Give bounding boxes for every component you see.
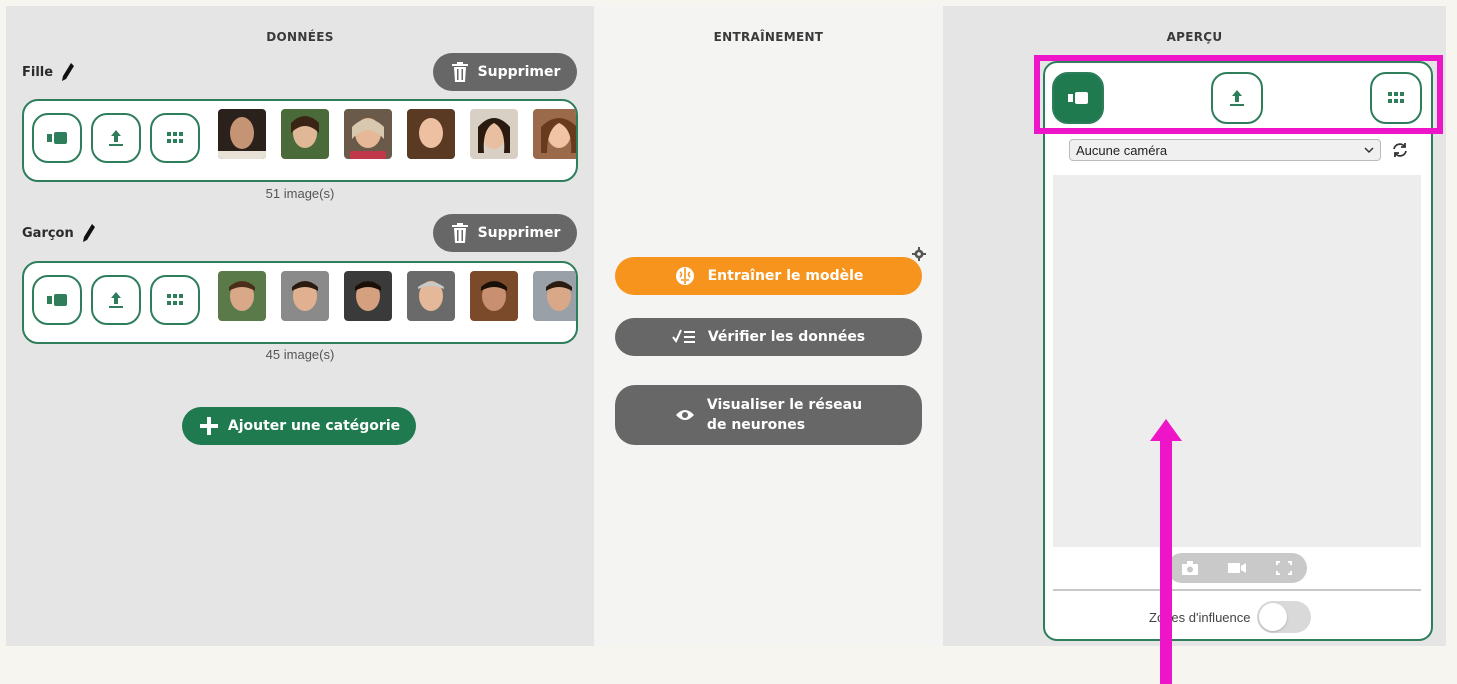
grid-icon — [167, 132, 183, 143]
webcam-button[interactable] — [32, 275, 82, 325]
trash-icon — [451, 223, 468, 243]
brain-icon — [675, 267, 694, 285]
upload-button[interactable] — [91, 113, 141, 163]
sample-image[interactable] — [470, 109, 518, 159]
eye-icon — [675, 410, 694, 420]
category-title-garcon[interactable]: Garçon — [22, 223, 96, 243]
visualize-network-button[interactable]: Visualiser le réseau de neurones — [615, 385, 922, 445]
sample-image[interactable] — [533, 271, 576, 321]
fullscreen-icon[interactable] — [1274, 559, 1294, 577]
sample-image[interactable] — [344, 271, 392, 321]
delete-label: Supprimer — [477, 64, 561, 80]
import-grid-button[interactable] — [150, 113, 200, 163]
preview-card: Aucune caméra Zones d'influence — [1043, 61, 1433, 641]
sample-image[interactable] — [344, 109, 392, 159]
zones-toggle[interactable] — [1256, 601, 1311, 633]
verify-data-button[interactable]: Vérifier les données — [615, 318, 922, 356]
sample-image[interactable] — [407, 271, 455, 321]
category-samples-box — [22, 99, 578, 182]
grid-icon — [167, 294, 183, 305]
pencil-icon[interactable] — [82, 223, 96, 243]
annotation-arrow-icon — [1150, 419, 1182, 684]
webcam-button[interactable] — [32, 113, 82, 163]
visualize-line-2: de neurones — [706, 417, 806, 433]
image-count: 51 image(s) — [265, 186, 335, 201]
category-name: Garçon — [22, 225, 74, 241]
verify-data-label: Vérifier les données — [707, 329, 866, 345]
trash-icon — [451, 62, 468, 82]
upload-icon — [109, 292, 123, 308]
sample-image[interactable] — [470, 271, 518, 321]
camera-select-value: Aucune caméra — [1076, 142, 1168, 158]
highlight-box — [1034, 55, 1443, 134]
checklist-icon — [672, 329, 695, 343]
upload-button[interactable] — [91, 275, 141, 325]
training-panel: ENTRAÎNEMENT Entraîner le modèle Vérifie… — [594, 6, 943, 646]
delete-category-button[interactable]: Supprimer — [433, 53, 577, 91]
sample-image[interactable] — [218, 271, 266, 321]
video-icon[interactable] — [1227, 559, 1247, 577]
category-samples-box — [22, 261, 578, 344]
refresh-icon[interactable] — [1391, 141, 1409, 159]
import-grid-button[interactable] — [150, 275, 200, 325]
sample-image[interactable] — [407, 109, 455, 159]
train-model-label: Entraîner le modèle — [707, 268, 864, 284]
sample-image[interactable] — [533, 109, 576, 159]
chevron-down-icon — [1364, 147, 1374, 154]
video-preview-area — [1053, 175, 1421, 547]
add-category-label: Ajouter une catégorie — [227, 418, 401, 434]
data-panel: DONNÉES Fille Supprimer 51 image(s) Garç… — [6, 6, 594, 646]
category-name: Fille — [22, 64, 54, 80]
plus-icon — [199, 417, 218, 435]
image-count: 45 image(s) — [265, 347, 335, 362]
sample-image[interactable] — [218, 109, 266, 159]
sample-image[interactable] — [281, 109, 329, 159]
upload-icon — [109, 130, 123, 146]
gear-icon[interactable] — [912, 247, 926, 261]
visualize-line-1: Visualiser le réseau — [706, 397, 863, 413]
delete-category-button[interactable]: Supprimer — [433, 214, 577, 252]
webcam-icon — [47, 294, 67, 306]
pencil-icon[interactable] — [61, 62, 75, 82]
train-model-button[interactable]: Entraîner le modèle — [615, 257, 922, 295]
add-category-button[interactable]: Ajouter une catégorie — [182, 407, 416, 445]
panel-title-training: ENTRAÎNEMENT — [713, 30, 824, 44]
panel-title-data: DONNÉES — [266, 30, 334, 44]
divider — [1053, 589, 1421, 591]
sample-image[interactable] — [281, 271, 329, 321]
category-title-fille[interactable]: Fille — [22, 62, 75, 82]
visualize-network-label: Visualiser le réseau de neurones — [707, 395, 862, 435]
webcam-icon — [47, 132, 67, 144]
camera-select[interactable]: Aucune caméra — [1069, 139, 1381, 161]
delete-label: Supprimer — [477, 225, 561, 241]
panel-title-preview: APERÇU — [1166, 30, 1223, 44]
